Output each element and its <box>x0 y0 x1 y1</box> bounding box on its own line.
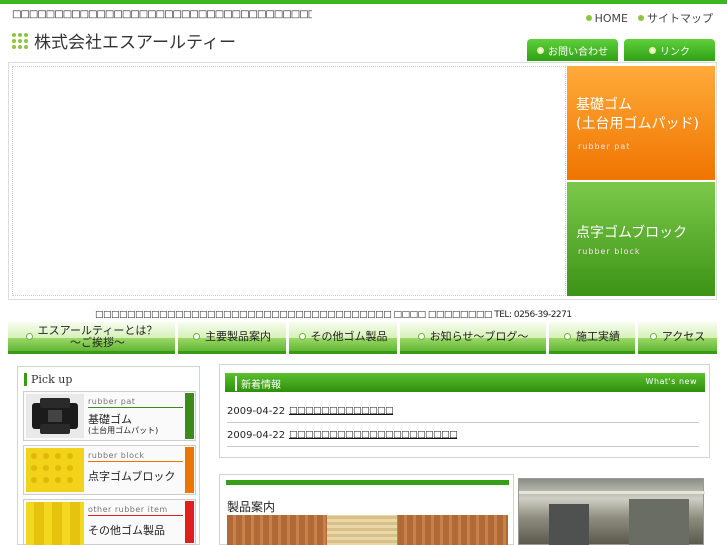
company-address-line: □□□□□□□□□□□□□□□□□□□□□□□□□□□□□□□□□□□□□ □□… <box>95 310 572 320</box>
news-heading: 新着情報 <box>235 376 281 391</box>
news-header: 新着情報 What's new <box>225 373 705 392</box>
bullet-icon <box>193 333 200 340</box>
bullet-icon <box>417 333 425 340</box>
top-links: HOME サイトマップ <box>585 10 713 26</box>
bullet-icon <box>649 333 657 340</box>
side-block-title: 点字ゴムブロック <box>576 224 687 243</box>
global-nav: エスアールティーとは？ 〜ご挨拶〜 主要製品案内 その他ゴム製品 お知らせ〜ブログ… <box>8 322 717 354</box>
bullet-icon <box>638 15 644 21</box>
pickup-item-title: 点字ゴムブロック <box>88 470 176 483</box>
nav-item-label: お知らせ〜ブログ〜 <box>429 329 529 343</box>
pickup-item-subtitle: other rubber item <box>88 505 168 514</box>
news-heading-en: What's new <box>645 377 697 386</box>
nav-item-about[interactable]: エスアールティーとは？ 〜ご挨拶〜 <box>8 322 175 354</box>
pickup-heading: Pick up <box>24 373 72 386</box>
nav-item-works[interactable]: 施工実績 <box>549 322 635 354</box>
pickup-item-subtitle: rubber pat <box>88 397 136 406</box>
company-name: 株式会社エスアールティー <box>34 33 236 53</box>
nav-item-other-rubber[interactable]: その他ゴム製品 <box>289 322 397 354</box>
contact-tab-label: お問い合わせ <box>548 46 608 58</box>
rubber-block-image <box>26 448 84 492</box>
side-block-title-line1: 基礎ゴム <box>576 97 632 113</box>
side-block-subtitle: rubber block <box>578 247 641 256</box>
installation-photo[interactable] <box>518 478 705 545</box>
color-bar <box>185 447 194 493</box>
site-tagline: □□□□□□□□□□□□□□□□□□□□□□□□□□□□□□□□□□□□□□□□… <box>12 9 312 20</box>
divider <box>88 407 183 408</box>
news-link[interactable]: □□□□□□□□□□□□□ <box>289 406 394 416</box>
news-panel: 新着情報 What's new 2009-04-22 □□□□□□□□□□□□□… <box>219 364 710 458</box>
side-block-subtitle: rubber pat <box>578 142 631 151</box>
nav-item-label-line2: 〜ご挨拶〜 <box>70 335 125 349</box>
nav-item-label: 施工実績 <box>576 329 620 343</box>
pickup-item-rubber-pat[interactable]: rubber pat 基礎ゴム (土台用ゴムパット) <box>23 391 196 441</box>
nav-item-label: その他ゴム製品 <box>310 329 388 343</box>
divider <box>88 515 183 516</box>
side-block-rubber-pat[interactable]: 基礎ゴム (土台用ゴムパッド) rubber pat <box>567 66 715 180</box>
link-tab-button[interactable]: リンク <box>624 39 715 61</box>
color-bar <box>185 501 194 543</box>
divider <box>88 461 183 462</box>
pickup-item-title-sub: (土台用ゴムパット) <box>88 426 159 435</box>
hero-banner: 基礎ゴム (土台用ゴムパッド) rubber pat 点字ゴムブロック rubb… <box>8 62 717 300</box>
side-block-title: 基礎ゴム (土台用ゴムパッド) <box>576 96 699 134</box>
rubber-pat-image <box>26 394 84 438</box>
nav-item-blog[interactable]: お知らせ〜ブログ〜 <box>400 322 546 354</box>
bullet-icon <box>298 333 306 340</box>
pickup-item-rubber-block[interactable]: rubber block 点字ゴムブロック <box>23 445 196 495</box>
logo-dots-icon <box>12 32 28 49</box>
home-link-label: HOME <box>594 11 628 25</box>
color-bar <box>185 393 194 439</box>
news-item: 2009-04-22 □□□□□□□□□□□□□□□□□□□□□ <box>227 423 699 447</box>
pickup-item-other-rubber[interactable]: other rubber item その他ゴム製品 <box>23 499 196 545</box>
products-image[interactable] <box>227 515 508 545</box>
circle-icon <box>537 46 544 54</box>
products-accent-bar <box>226 480 509 485</box>
link-tab-label: リンク <box>660 46 690 58</box>
bullet-icon <box>585 15 592 21</box>
side-block-title-line1: 点字ゴムブロック <box>576 225 688 241</box>
pickup-panel: Pick up rubber pat 基礎ゴム (土台用ゴムパット) rubbe… <box>17 366 200 545</box>
bullet-icon <box>25 333 33 340</box>
news-link[interactable]: □□□□□□□□□□□□□□□□□□□□□ <box>289 430 458 440</box>
top-accent-bar <box>0 0 727 4</box>
hero-main-area <box>12 66 566 296</box>
company-logo[interactable]: 株式会社エスアールティー <box>12 28 236 53</box>
side-block-rubber-block[interactable]: 点字ゴムブロック rubber block <box>567 182 715 296</box>
news-date: 2009-04-22 <box>227 430 286 441</box>
sitemap-link[interactable]: サイトマップ <box>638 10 713 26</box>
home-link[interactable]: HOME <box>585 10 628 26</box>
hero-side-menu: 基礎ゴム (土台用ゴムパッド) rubber pat 点字ゴムブロック rubb… <box>567 66 715 296</box>
contact-tab-button[interactable]: お問い合わせ <box>527 39 618 61</box>
news-item: 2009-04-22 □□□□□□□□□□□□□ <box>227 399 699 423</box>
pickup-item-title: その他ゴム製品 <box>88 524 165 537</box>
circle-icon <box>649 46 656 54</box>
sitemap-link-label: サイトマップ <box>647 12 713 25</box>
other-rubber-image <box>26 502 84 545</box>
nav-item-label: アクセス <box>661 329 706 343</box>
pickup-item-subtitle: rubber block <box>88 451 145 460</box>
nav-item-label: 主要製品案内 <box>205 329 271 343</box>
nav-item-access[interactable]: アクセス <box>638 322 717 354</box>
nav-item-label: エスアールティーとは？ 〜ご挨拶〜 <box>38 324 158 349</box>
products-panel: 製品案内 <box>219 474 514 545</box>
bullet-icon <box>564 333 571 340</box>
side-block-title-line2: (土台用ゴムパッド) <box>576 116 699 132</box>
products-heading: 製品案内 <box>227 500 276 514</box>
news-date: 2009-04-22 <box>227 406 286 417</box>
nav-item-products[interactable]: 主要製品案内 <box>178 322 286 354</box>
